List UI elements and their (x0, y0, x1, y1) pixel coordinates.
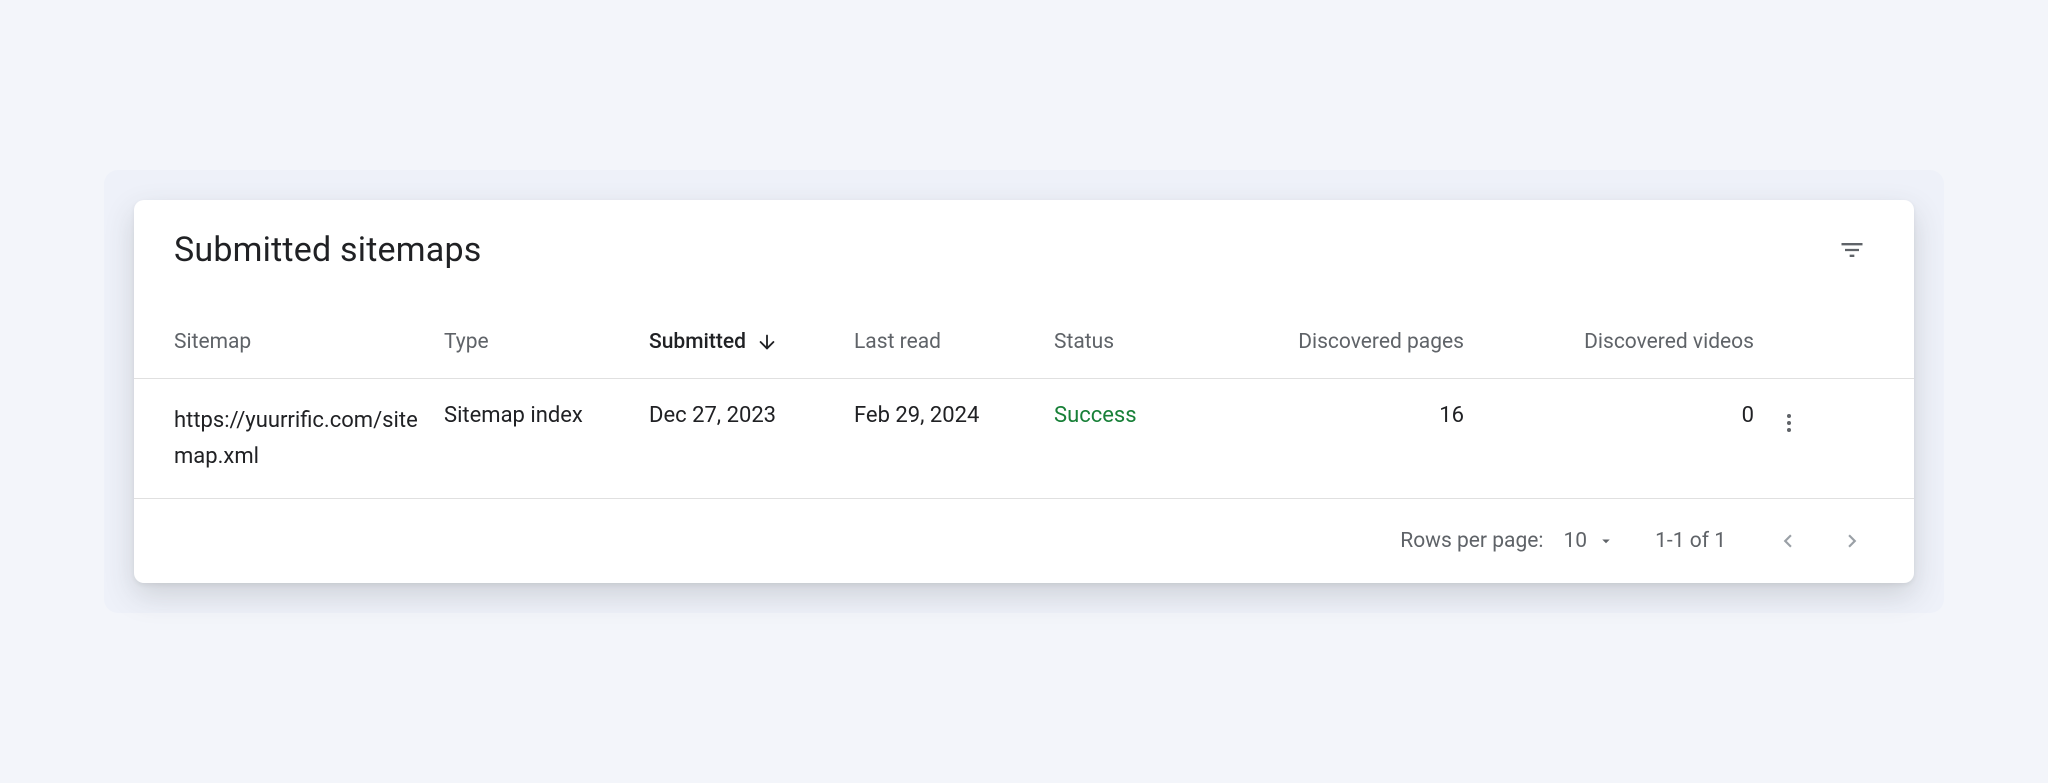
column-header-discovered-videos[interactable]: Discovered videos (1464, 330, 1754, 354)
cell-discovered-videos: 0 (1464, 403, 1754, 428)
row-actions-button[interactable] (1769, 403, 1809, 443)
filter-button[interactable] (1830, 228, 1874, 272)
card-title: Submitted sitemaps (174, 230, 482, 270)
rows-per-page-label: Rows per page: (1400, 529, 1543, 553)
table-row[interactable]: https://yuurrific.com/sitemap.xml Sitema… (134, 379, 1914, 498)
cell-submitted: Dec 27, 2023 (649, 403, 854, 428)
rows-per-page-value: 10 (1563, 529, 1587, 553)
rows-per-page-select[interactable]: 10 (1563, 529, 1615, 553)
cell-last-read: Feb 29, 2024 (854, 403, 1054, 428)
column-header-type[interactable]: Type (444, 330, 649, 354)
previous-page-button[interactable] (1766, 519, 1810, 563)
sort-descending-icon (756, 331, 778, 353)
pagination-range: 1-1 of 1 (1655, 529, 1726, 553)
filter-icon (1838, 236, 1866, 264)
table-header-row: Sitemap Type Submitted Last read Status … (134, 280, 1914, 379)
column-header-status[interactable]: Status (1054, 330, 1269, 354)
more-vert-icon (1777, 411, 1801, 435)
cell-status: Success (1054, 403, 1269, 428)
cell-type: Sitemap index (444, 403, 649, 428)
chevron-left-icon (1775, 528, 1801, 554)
cell-discovered-pages: 16 (1269, 403, 1464, 428)
column-header-sitemap[interactable]: Sitemap (174, 330, 444, 354)
column-header-last-read[interactable]: Last read (854, 330, 1054, 354)
dropdown-icon (1597, 532, 1615, 550)
submitted-sitemaps-card: Submitted sitemaps Sitemap Type Submitte… (134, 200, 1914, 582)
cell-sitemap: https://yuurrific.com/sitemap.xml (174, 403, 444, 473)
table-footer: Rows per page: 10 1-1 of 1 (134, 499, 1914, 583)
chevron-right-icon (1839, 528, 1865, 554)
column-header-discovered-pages[interactable]: Discovered pages (1269, 330, 1464, 354)
next-page-button[interactable] (1830, 519, 1874, 563)
column-header-submitted[interactable]: Submitted (649, 330, 854, 354)
